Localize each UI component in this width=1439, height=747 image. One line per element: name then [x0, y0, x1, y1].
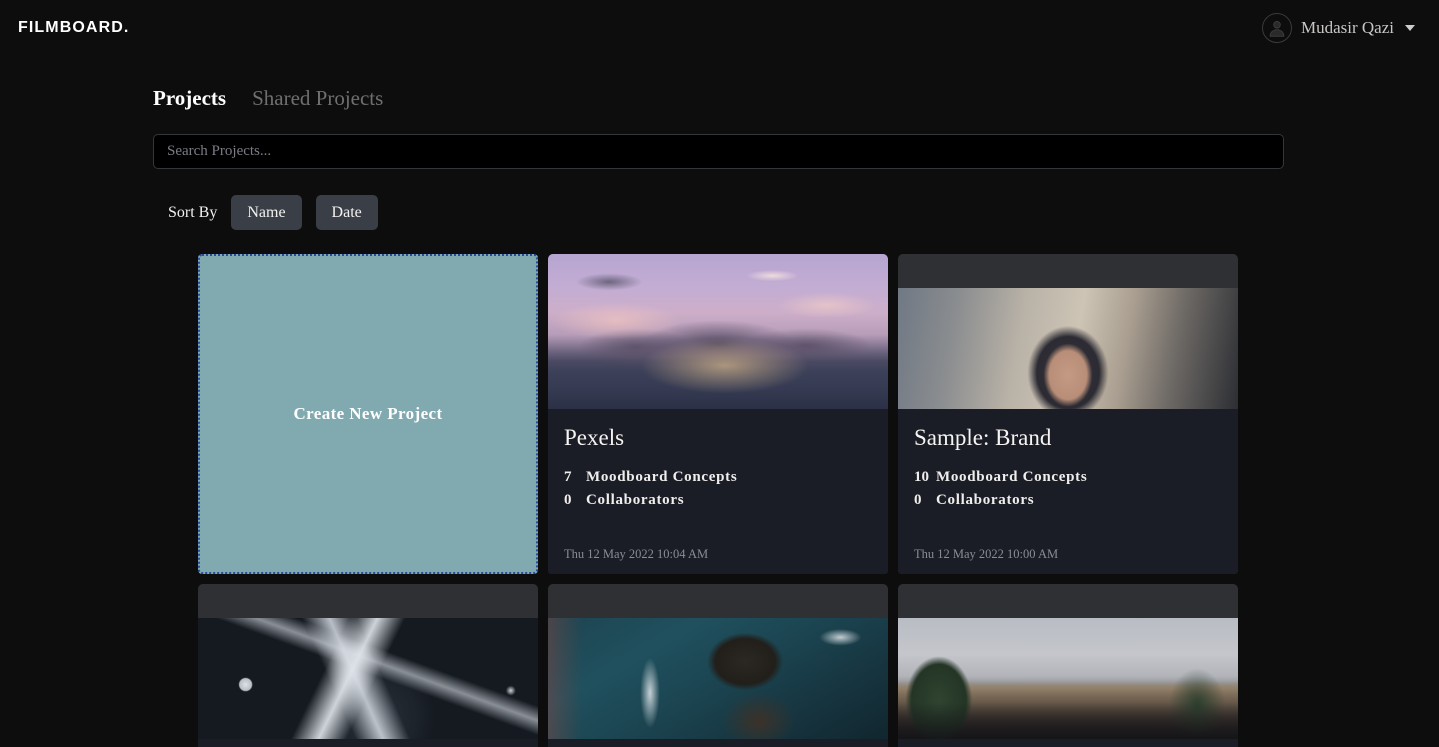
project-card[interactable] [548, 584, 888, 747]
collaborator-stat: 0 Collaborators [564, 492, 872, 509]
project-timestamp: Thu 12 May 2022 10:00 AM [914, 547, 1059, 562]
search-input[interactable] [153, 134, 1284, 169]
top-navbar: FILMBOARD. Mudasir Qazi [0, 0, 1439, 56]
moodboard-count: 10 [914, 469, 929, 486]
modern-house-exterior-photo [898, 618, 1238, 740]
user-menu[interactable]: Mudasir Qazi [1261, 13, 1415, 43]
project-title: Pexels [564, 425, 625, 451]
project-thumbnail [548, 254, 888, 410]
collaborator-count: 0 [914, 492, 922, 509]
project-card-body: Sample: Brand 10 Moodboard Concepts 0 Co… [898, 409, 1238, 574]
rolex-watch-face-photo [198, 618, 538, 740]
collaborator-label: Collaborators [586, 492, 685, 509]
project-timestamp: Thu 12 May 2022 10:04 AM [564, 547, 709, 562]
collaborator-count: 0 [564, 492, 572, 509]
moodboard-count: 7 [564, 469, 572, 486]
user-circle-icon [1261, 13, 1292, 43]
project-thumbnail [548, 584, 888, 740]
collaborator-stat: 0 Collaborators [914, 492, 1222, 509]
sort-by-label: Sort By [168, 203, 218, 221]
tab-shared-projects[interactable]: Shared Projects [252, 86, 383, 111]
user-name-label: Mudasir Qazi [1300, 18, 1394, 37]
sort-by-date-button[interactable]: Date [315, 195, 378, 231]
project-title: Sample: Brand [914, 425, 1052, 451]
project-card[interactable]: Sample: Brand 10 Moodboard Concepts 0 Co… [898, 254, 1238, 575]
person-dreadlocks-gym-photo [548, 618, 888, 740]
tab-projects[interactable]: Projects [153, 86, 226, 111]
create-new-project-label: Create New Project [293, 404, 443, 424]
project-card[interactable]: Pexels 7 Moodboard Concepts 0 Collaborat… [548, 254, 888, 575]
project-thumbnail [898, 254, 1238, 410]
main-content: Projects Shared Projects Sort By Name Da… [0, 56, 1439, 747]
tab-bar: Projects Shared Projects [153, 86, 1439, 111]
moodboard-label: Moodboard Concepts [586, 469, 738, 486]
project-card[interactable] [898, 584, 1238, 747]
project-card-body [898, 739, 1238, 747]
sunset-over-ocean-photo [548, 254, 888, 410]
sort-by-name-button[interactable]: Name [231, 195, 302, 231]
chevron-down-icon[interactable] [1405, 25, 1415, 31]
project-card-body [198, 739, 538, 747]
project-card-body [548, 739, 888, 747]
collaborator-label: Collaborators [936, 492, 1035, 509]
sort-controls: Sort By Name Date [153, 195, 1439, 231]
app-logo[interactable]: FILMBOARD. [18, 19, 129, 37]
portrait-woman-hijab-photo [898, 288, 1238, 410]
moodboard-stat: 7 Moodboard Concepts [564, 469, 872, 486]
project-grid: Create New Project Pexels 7 Moodboard Co… [153, 254, 1439, 747]
moodboard-stat: 10 Moodboard Concepts [914, 469, 1222, 486]
moodboard-label: Moodboard Concepts [936, 469, 1088, 486]
project-card-body: Pexels 7 Moodboard Concepts 0 Collaborat… [548, 409, 888, 574]
project-thumbnail [198, 584, 538, 740]
project-thumbnail [898, 584, 1238, 740]
project-card[interactable] [198, 584, 538, 747]
create-new-project-card[interactable]: Create New Project [198, 254, 538, 575]
